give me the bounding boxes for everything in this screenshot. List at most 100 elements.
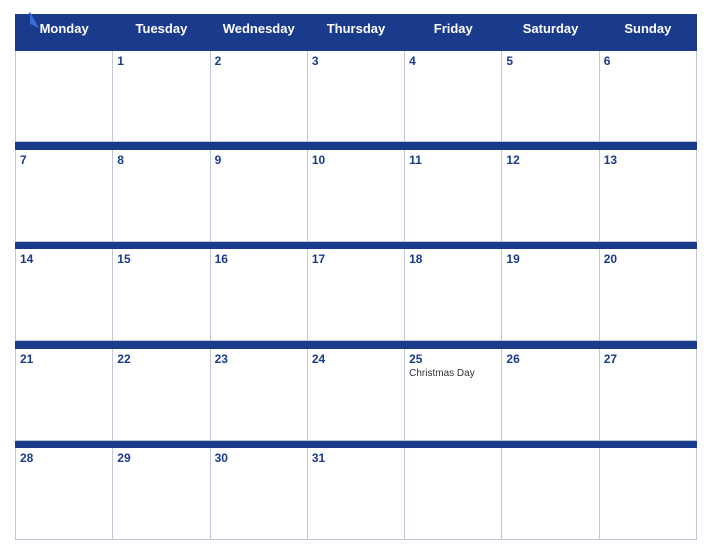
calendar-cell: 30 [210,448,307,540]
calendar-cell: 2 [210,50,307,142]
day-event: Christmas Day [409,368,497,379]
week-row: 28293031 [16,448,697,540]
calendar-cell [16,50,113,142]
day-number: 6 [604,54,692,68]
calendar-cell [502,448,599,540]
day-number: 21 [20,352,108,366]
calendar-cell: 25 Christmas Day [405,348,502,440]
calendar-cell: 6 [599,50,696,142]
week-row: 123456 [16,50,697,142]
week-separator-cell [113,241,210,249]
logo [15,10,41,37]
calendar-cell: 9 [210,150,307,242]
week-separator-cell [405,241,502,249]
week-separator-row [16,142,697,150]
week-separator-cell [405,341,502,349]
calendar-cell: 22 [113,348,210,440]
day-number: 8 [117,153,205,167]
week-separator-cell [113,440,210,448]
day-number: 24 [312,352,400,366]
day-number: 10 [312,153,400,167]
day-number: 28 [20,451,108,465]
calendar-cell: 12 [502,150,599,242]
day-number: 14 [20,252,108,266]
week-separator-cell [113,43,210,51]
week-separator-cell [113,341,210,349]
week-separator-cell [16,43,113,51]
calendar-cell: 3 [307,50,404,142]
calendar-cell: 23 [210,348,307,440]
calendar-cell: 19 [502,249,599,341]
week-separator-cell [502,440,599,448]
calendar-cell: 26 [502,348,599,440]
day-number: 17 [312,252,400,266]
week-separator-cell [405,142,502,150]
calendar-cell: 1 [113,50,210,142]
weekday-header-thursday: Thursday [307,15,404,43]
week-separator-cell [502,341,599,349]
week-separator-cell [599,43,696,51]
weekday-header-friday: Friday [405,15,502,43]
calendar-cell: 21 [16,348,113,440]
calendar-cell: 17 [307,249,404,341]
week-row: 789 10 11 12 13 [16,150,697,242]
calendar-cell: 10 [307,150,404,242]
week-separator-cell [502,142,599,150]
day-number: 31 [312,451,400,465]
day-number: 27 [604,352,692,366]
calendar-cell: 31 [307,448,404,540]
calendar-cell: 11 [405,150,502,242]
day-number: 2 [215,54,303,68]
week-separator-cell [16,341,113,349]
week-separator-cell [307,142,404,150]
weekday-header-row: MondayTuesdayWednesdayThursdayFridaySatu… [16,15,697,43]
calendar-cell: 18 [405,249,502,341]
calendar-cell: 20 [599,249,696,341]
day-number: 13 [604,153,692,167]
week-separator-cell [307,440,404,448]
week-separator-cell [210,341,307,349]
day-number: 20 [604,252,692,266]
day-number: 11 [409,153,497,167]
week-separator-cell [599,440,696,448]
day-number: 30 [215,451,303,465]
week-separator-cell [113,142,210,150]
week-separator-cell [307,341,404,349]
day-number: 22 [117,352,205,366]
week-separator-cell [16,241,113,249]
week-separator-cell [210,241,307,249]
calendar-cell: 8 [113,150,210,242]
logo-bird-icon [19,10,41,37]
day-number: 18 [409,252,497,266]
week-separator-row [16,440,697,448]
week-separator-row [16,241,697,249]
week-separator-cell [307,241,404,249]
week-row: 14151617181920 [16,249,697,341]
calendar-cell: 28 [16,448,113,540]
week-separator-cell [16,440,113,448]
week-separator-row [16,341,697,349]
week-separator-cell [405,440,502,448]
week-separator-cell [599,241,696,249]
calendar-cell: 4 [405,50,502,142]
calendar-cell: 24 [307,348,404,440]
calendar-table: MondayTuesdayWednesdayThursdayFridaySatu… [15,14,697,540]
weekday-header-wednesday: Wednesday [210,15,307,43]
day-number: 3 [312,54,400,68]
day-number: 19 [506,252,594,266]
calendar-cell: 7 [16,150,113,242]
day-number: 26 [506,352,594,366]
week-separator-row [16,43,697,51]
week-separator-cell [502,241,599,249]
day-number: 9 [215,153,303,167]
weekday-header-sunday: Sunday [599,15,696,43]
calendar-cell [405,448,502,540]
week-separator-cell [599,341,696,349]
calendar-cell: 13 [599,150,696,242]
day-number: 7 [20,153,108,167]
day-number: 25 [409,352,497,366]
week-separator-cell [210,43,307,51]
week-separator-cell [307,43,404,51]
calendar-cell [599,448,696,540]
week-separator-cell [16,142,113,150]
